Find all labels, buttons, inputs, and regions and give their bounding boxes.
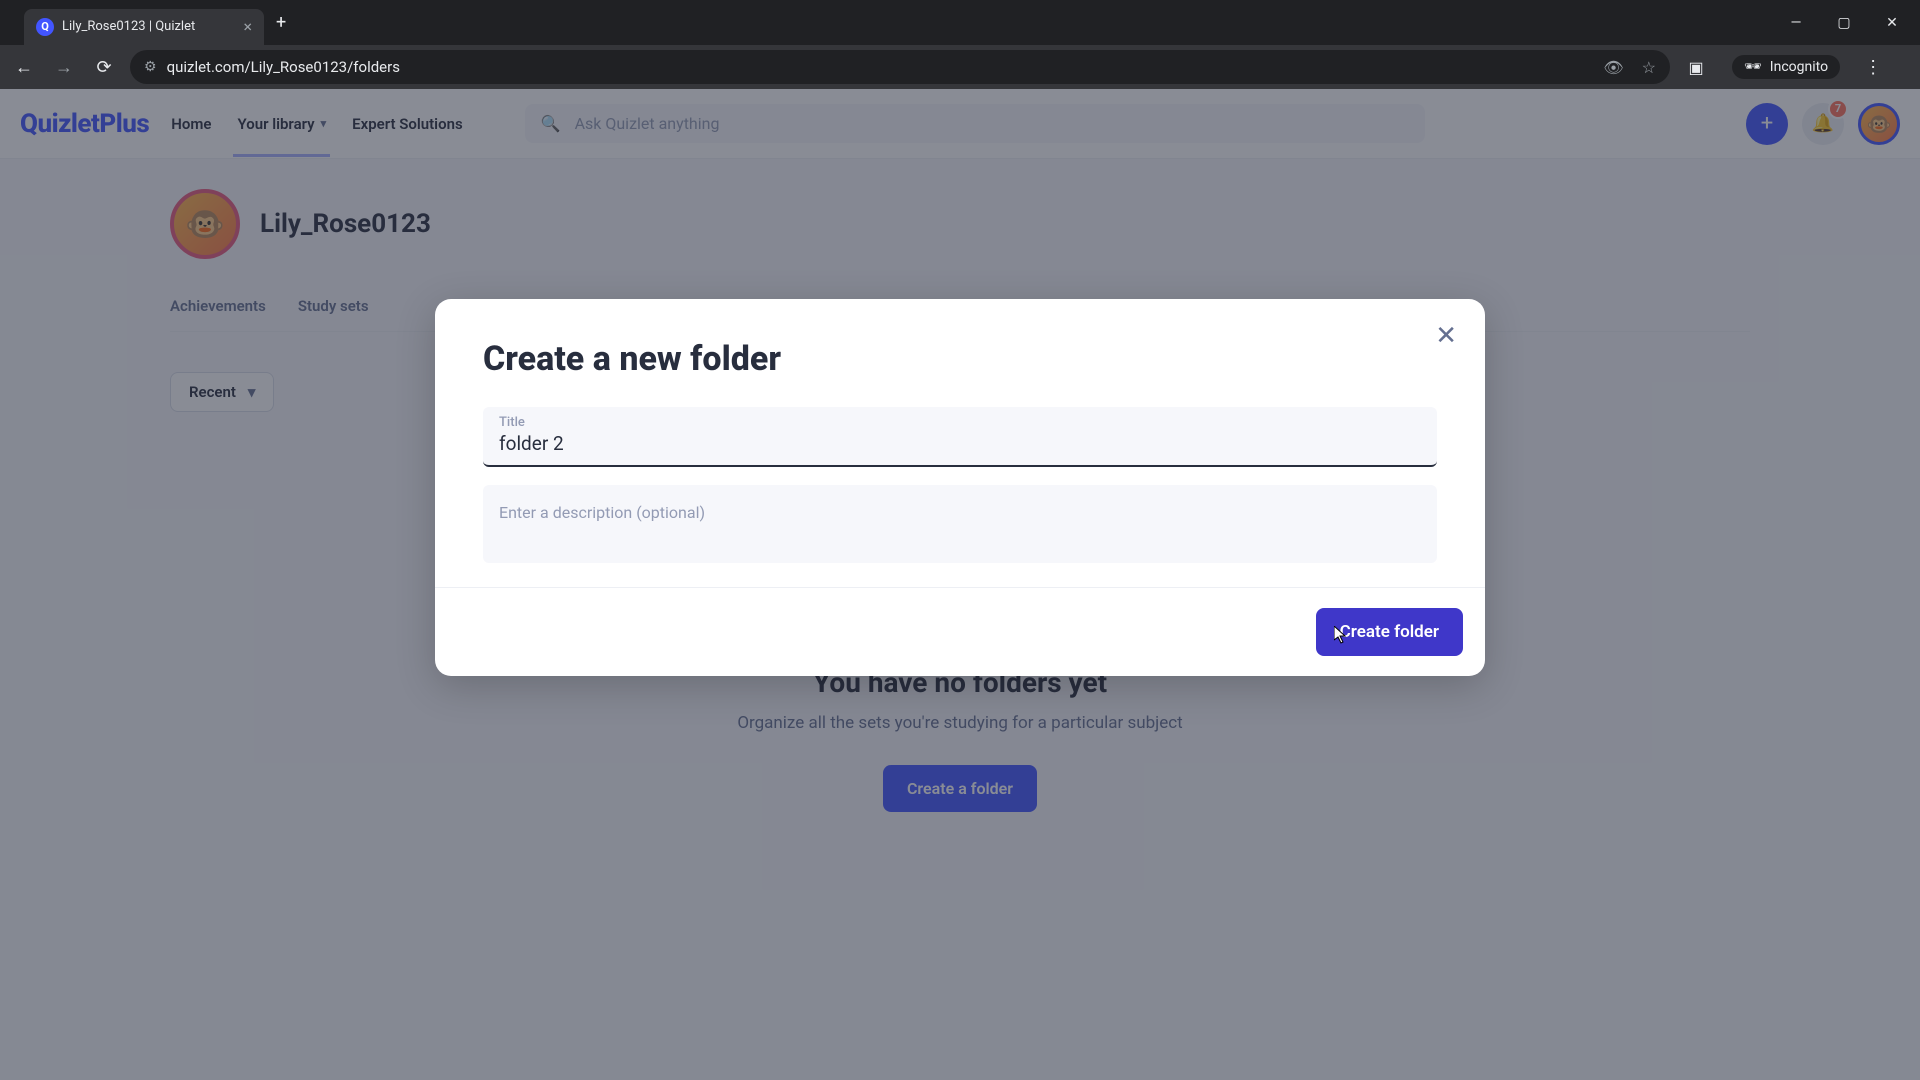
browser-tab-bar: Lily_Rose0123 | Quizlet × + — ▢ ✕ <box>0 0 1920 45</box>
url-text: quizlet.com/Lily_Rose0123/folders <box>167 58 1594 76</box>
back-icon[interactable]: ← <box>10 57 38 78</box>
url-bar[interactable]: ⚙ quizlet.com/Lily_Rose0123/folders 👁 ☆ <box>130 50 1670 84</box>
bookmark-star-icon[interactable]: ☆ <box>1642 58 1656 77</box>
forward-icon[interactable]: → <box>50 57 78 78</box>
browser-tab[interactable]: Lily_Rose0123 | Quizlet × <box>24 9 264 45</box>
close-tab-icon[interactable]: × <box>243 17 252 36</box>
modal-close-button[interactable]: ✕ <box>1435 321 1457 351</box>
url-actions: 👁 ☆ <box>1603 58 1656 77</box>
site-settings-icon[interactable]: ⚙ <box>144 59 157 75</box>
title-input[interactable] <box>499 430 1421 461</box>
favicon-icon <box>36 18 54 36</box>
modal-heading: Create a new folder <box>483 339 1437 379</box>
maximize-icon[interactable]: ▢ <box>1832 15 1856 31</box>
modal-body: Create a new folder Title <box>435 299 1485 587</box>
description-field-group[interactable] <box>483 485 1437 563</box>
address-bar: ← → ⟳ ⚙ quizlet.com/Lily_Rose0123/folder… <box>0 45 1920 89</box>
app-viewport: QuizletPlus Home Your library ▾ Expert S… <box>0 89 1920 1080</box>
incognito-icon: 🕶 <box>1744 59 1762 75</box>
side-panel-icon[interactable]: ▣ <box>1682 58 1710 77</box>
title-label: Title <box>499 415 1421 430</box>
incognito-label: Incognito <box>1770 59 1828 75</box>
new-tab-button[interactable]: + <box>276 12 286 33</box>
create-folder-modal: ✕ Create a new folder Title Create folde… <box>435 299 1485 676</box>
eye-off-icon[interactable]: 👁 <box>1603 58 1623 77</box>
tab-list-leading <box>8 5 16 41</box>
minimize-icon[interactable]: — <box>1784 15 1808 31</box>
tab-title: Lily_Rose0123 | Quizlet <box>62 19 235 34</box>
close-icon: ✕ <box>1435 321 1457 351</box>
description-input[interactable] <box>499 503 1421 541</box>
modal-overlay[interactable]: ✕ Create a new folder Title Create folde… <box>0 89 1920 1080</box>
reload-icon[interactable]: ⟳ <box>90 57 118 78</box>
title-field-group[interactable]: Title <box>483 407 1437 467</box>
close-window-icon[interactable]: ✕ <box>1880 15 1904 31</box>
browser-menu-icon[interactable]: ⋮ <box>1864 57 1882 78</box>
incognito-badge[interactable]: 🕶 Incognito <box>1732 55 1840 79</box>
create-folder-submit-button[interactable]: Create folder <box>1316 608 1463 656</box>
window-controls: — ▢ ✕ <box>1784 15 1912 31</box>
modal-footer: Create folder <box>435 587 1485 676</box>
